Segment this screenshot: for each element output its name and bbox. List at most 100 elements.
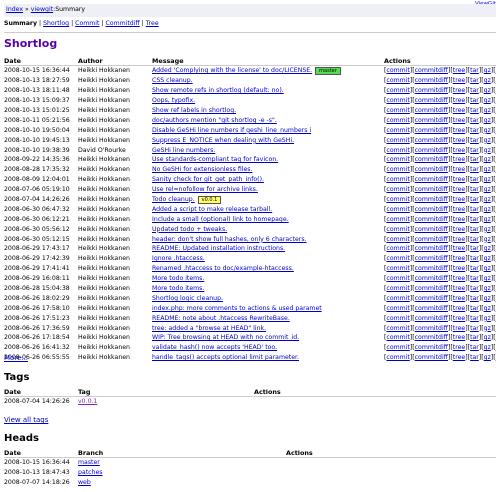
- action-gz-link[interactable]: gz: [484, 245, 491, 252]
- action-commit-link[interactable]: commit: [386, 334, 409, 341]
- commit-message-link[interactable]: Todo cleanup.: [152, 196, 195, 203]
- commit-message-link[interactable]: Suppress E_NOTICE when dealing with GeSH…: [152, 137, 294, 144]
- action-tree-link[interactable]: tree: [453, 216, 465, 223]
- branch-link[interactable]: patches: [78, 469, 103, 476]
- action-tree-link[interactable]: tree: [453, 107, 465, 114]
- commit-message-link[interactable]: README: Updated installation instruction…: [152, 245, 285, 252]
- action-commitdiff-link[interactable]: commitdiff: [415, 77, 448, 84]
- commit-message-link[interactable]: Renamed .htaccess to doc/example-htacces…: [152, 265, 294, 272]
- action-tar-link[interactable]: tar: [470, 216, 479, 223]
- action-tree-link[interactable]: tree: [453, 236, 465, 243]
- action-tar-link[interactable]: tar: [470, 176, 479, 183]
- action-commitdiff-link[interactable]: commitdiff: [415, 186, 448, 193]
- action-tree-link[interactable]: tree: [453, 315, 465, 322]
- action-tree-link[interactable]: tree: [453, 87, 465, 94]
- action-commit-link[interactable]: commit: [386, 305, 409, 312]
- nav-commit[interactable]: Commit: [75, 20, 99, 27]
- action-tree-link[interactable]: tree: [453, 77, 465, 84]
- commit-message-link[interactable]: Use rel=nofollow for archive links.: [152, 186, 258, 193]
- action-commit-link[interactable]: commit: [386, 295, 409, 302]
- action-tar-link[interactable]: tar: [470, 127, 479, 134]
- action-gz-link[interactable]: gz: [484, 107, 491, 114]
- action-commitdiff-link[interactable]: commitdiff: [415, 147, 448, 154]
- action-commit-link[interactable]: commit: [386, 156, 409, 163]
- action-gz-link[interactable]: gz: [484, 156, 491, 163]
- action-tree-link[interactable]: tree: [453, 305, 465, 312]
- commit-message-link[interactable]: Added 'Complying with the license' to do…: [152, 67, 312, 74]
- action-gz-link[interactable]: gz: [484, 334, 491, 341]
- action-gz-link[interactable]: gz: [484, 236, 491, 243]
- action-tar-link[interactable]: tar: [470, 156, 479, 163]
- action-tree-link[interactable]: tree: [453, 186, 465, 193]
- action-gz-link[interactable]: gz: [484, 176, 491, 183]
- action-commit-link[interactable]: commit: [386, 325, 409, 332]
- action-tree-link[interactable]: tree: [453, 137, 465, 144]
- action-gz-link[interactable]: gz: [484, 137, 491, 144]
- action-tar-link[interactable]: tar: [470, 147, 479, 154]
- branch-link[interactable]: master: [78, 459, 100, 466]
- breadcrumb-index[interactable]: Index: [6, 6, 23, 13]
- nav-summary[interactable]: Summary: [4, 20, 37, 27]
- action-commit-link[interactable]: commit: [386, 166, 409, 173]
- action-tar-link[interactable]: tar: [470, 196, 479, 203]
- action-commit-link[interactable]: commit: [386, 216, 409, 223]
- action-gz-link[interactable]: gz: [484, 117, 491, 124]
- action-commitdiff-link[interactable]: commitdiff: [415, 117, 448, 124]
- action-tar-link[interactable]: tar: [470, 107, 479, 114]
- action-commitdiff-link[interactable]: commitdiff: [415, 236, 448, 243]
- action-tar-link[interactable]: tar: [470, 245, 479, 252]
- action-gz-link[interactable]: gz: [484, 315, 491, 322]
- action-tar-link[interactable]: tar: [470, 255, 479, 262]
- commit-message-link[interactable]: Disable GeSHi line numbers if geshi_line…: [152, 127, 311, 134]
- action-commit-link[interactable]: commit: [386, 275, 409, 282]
- nav-commitdiff[interactable]: Commitdiff: [105, 20, 139, 27]
- action-gz-link[interactable]: gz: [484, 147, 491, 154]
- action-tree-link[interactable]: tree: [453, 354, 465, 361]
- action-tar-link[interactable]: tar: [470, 275, 479, 282]
- action-tar-link[interactable]: tar: [470, 97, 479, 104]
- action-commitdiff-link[interactable]: commitdiff: [415, 344, 448, 351]
- action-commit-link[interactable]: commit: [386, 176, 409, 183]
- action-commit-link[interactable]: commit: [386, 137, 409, 144]
- action-commitdiff-link[interactable]: commitdiff: [415, 275, 448, 282]
- action-commitdiff-link[interactable]: commitdiff: [415, 334, 448, 341]
- commit-message-link[interactable]: Ignore .htaccess.: [152, 255, 205, 262]
- action-commit-link[interactable]: commit: [386, 97, 409, 104]
- action-commit-link[interactable]: commit: [386, 245, 409, 252]
- action-tar-link[interactable]: tar: [470, 265, 479, 272]
- action-tar-link[interactable]: tar: [470, 295, 479, 302]
- action-tar-link[interactable]: tar: [470, 166, 479, 173]
- commit-message-link[interactable]: Updated todo + tweaks.: [152, 226, 227, 233]
- commit-message-link[interactable]: More todo items.: [152, 285, 204, 292]
- action-tree-link[interactable]: tree: [453, 226, 465, 233]
- action-tree-link[interactable]: tree: [453, 265, 465, 272]
- action-tree-link[interactable]: tree: [453, 206, 465, 213]
- action-gz-link[interactable]: gz: [484, 216, 491, 223]
- action-tar-link[interactable]: tar: [470, 334, 479, 341]
- commit-message-link[interactable]: doc/authors mention "git shortlog -e -s"…: [152, 117, 277, 124]
- action-commitdiff-link[interactable]: commitdiff: [415, 226, 448, 233]
- action-commitdiff-link[interactable]: commitdiff: [415, 315, 448, 322]
- action-tar-link[interactable]: tar: [470, 354, 479, 361]
- action-tar-link[interactable]: tar: [470, 67, 479, 74]
- action-commit-link[interactable]: commit: [386, 77, 409, 84]
- action-tree-link[interactable]: tree: [453, 97, 465, 104]
- action-commitdiff-link[interactable]: commitdiff: [415, 265, 448, 272]
- action-commit-link[interactable]: commit: [386, 315, 409, 322]
- action-gz-link[interactable]: gz: [484, 206, 491, 213]
- action-tar-link[interactable]: tar: [470, 87, 479, 94]
- action-gz-link[interactable]: gz: [484, 77, 491, 84]
- action-commit-link[interactable]: commit: [386, 107, 409, 114]
- action-gz-link[interactable]: gz: [484, 196, 491, 203]
- action-gz-link[interactable]: gz: [484, 285, 491, 292]
- action-commitdiff-link[interactable]: commitdiff: [415, 156, 448, 163]
- commit-message-link[interactable]: Show remote refs in shortlog (default: n…: [152, 87, 284, 94]
- action-tree-link[interactable]: tree: [453, 176, 465, 183]
- action-tar-link[interactable]: tar: [470, 236, 479, 243]
- action-commitdiff-link[interactable]: commitdiff: [415, 295, 448, 302]
- commit-message-link[interactable]: handle_tags() accepts optional limit par…: [152, 354, 299, 361]
- action-gz-link[interactable]: gz: [484, 67, 491, 74]
- action-commit-link[interactable]: commit: [386, 236, 409, 243]
- commit-message-link[interactable]: CSS cleanup.: [152, 77, 193, 84]
- action-commitdiff-link[interactable]: commitdiff: [415, 206, 448, 213]
